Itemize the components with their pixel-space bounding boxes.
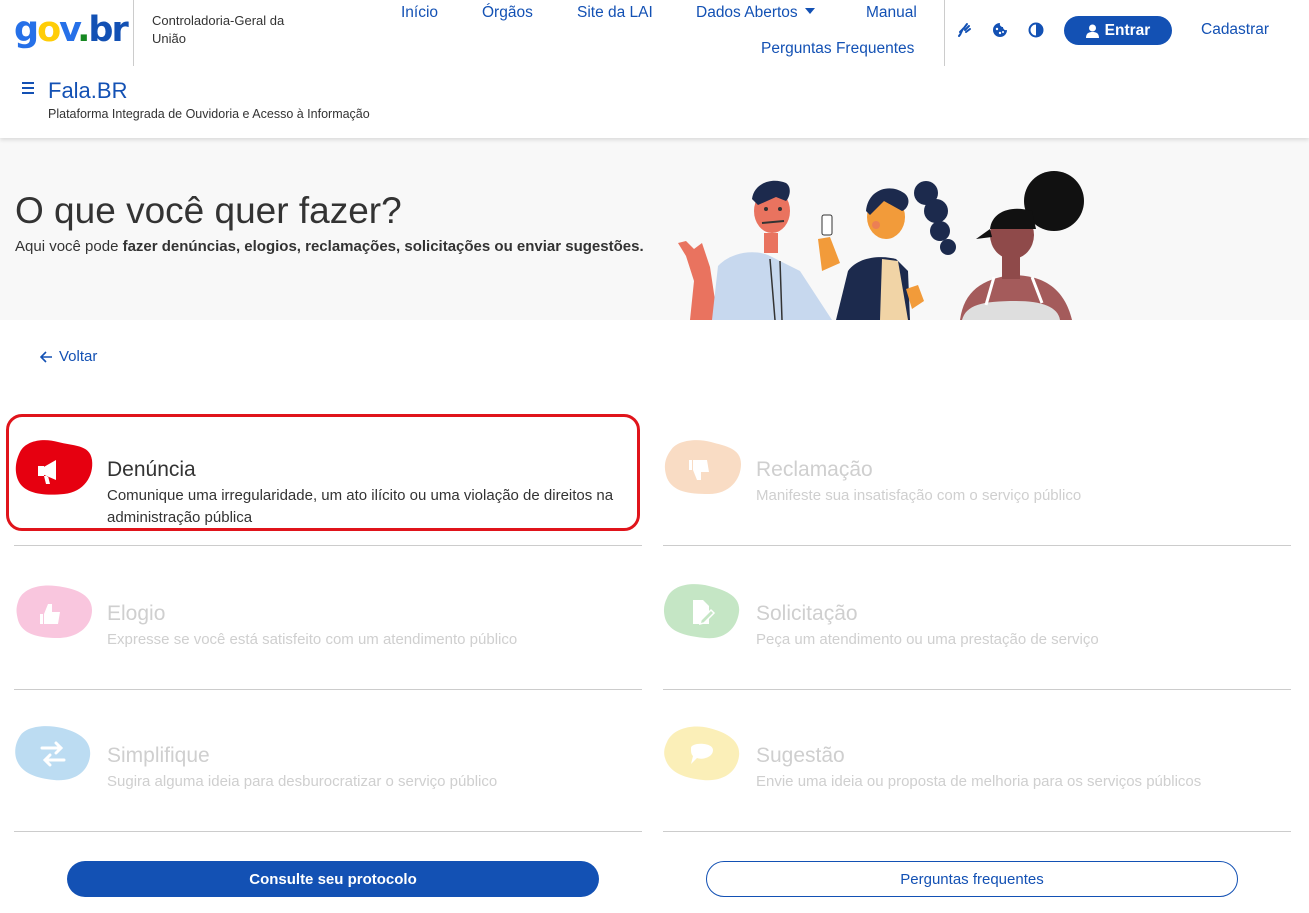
option-description: Expresse se você está satisfeito com um … bbox=[107, 631, 518, 648]
nav-link-manual[interactable]: Manual bbox=[866, 4, 917, 22]
header-divider bbox=[133, 0, 134, 66]
option-elogio[interactable]: Elogio Expresse se você está satisfeito … bbox=[14, 572, 642, 690]
login-button-label: Entrar bbox=[1104, 21, 1151, 39]
people-illustration bbox=[678, 171, 1084, 320]
header-divider bbox=[944, 0, 945, 66]
option-title: Denúncia bbox=[107, 458, 196, 481]
option-title: Reclamação bbox=[756, 458, 873, 481]
option-divider bbox=[14, 689, 642, 690]
speech-bubble-icon bbox=[664, 726, 740, 781]
nav-link-inicio[interactable]: Início bbox=[401, 4, 438, 22]
option-title: Elogio bbox=[107, 602, 166, 625]
govbr-logo[interactable]: gov.br bbox=[14, 10, 129, 50]
consult-protocol-button[interactable]: Consulte seu protocolo bbox=[67, 861, 599, 897]
option-simplifique[interactable]: Simplifique Sugira alguma ideia para des… bbox=[14, 714, 642, 832]
sign-language-icon[interactable] bbox=[954, 20, 974, 40]
option-description: Peça um atendimento ou uma prestação de … bbox=[756, 631, 1099, 648]
thumbs-down-icon bbox=[664, 440, 741, 494]
nav-link-site-lai[interactable]: Site da LAI bbox=[577, 4, 653, 22]
option-title: Sugestão bbox=[756, 744, 845, 767]
back-link[interactable]: Voltar bbox=[40, 348, 97, 365]
option-divider bbox=[14, 545, 642, 546]
option-sugestao[interactable]: Sugestão Envie uma ideia ou proposta de … bbox=[663, 714, 1291, 832]
thumbs-up-icon bbox=[16, 585, 92, 638]
nav-link-orgaos[interactable]: Órgãos bbox=[482, 4, 533, 22]
register-link[interactable]: Cadastrar bbox=[1201, 21, 1269, 39]
option-divider bbox=[663, 545, 1291, 546]
option-title: Simplifique bbox=[107, 744, 210, 767]
organization-name: Controladoria-Geral da União bbox=[152, 13, 285, 46]
megaphone-icon bbox=[15, 440, 93, 495]
option-divider bbox=[14, 831, 642, 832]
user-icon bbox=[1085, 24, 1099, 38]
option-divider bbox=[663, 831, 1291, 832]
option-description: Envie uma ideia ou proposta de melhoria … bbox=[756, 773, 1202, 790]
arrow-left-icon bbox=[40, 350, 52, 363]
site-title[interactable]: Fala.BR bbox=[48, 78, 127, 104]
site-subtitle: Plataforma Integrada de Ouvidoria e Aces… bbox=[48, 107, 370, 121]
login-button[interactable]: Entrar bbox=[1064, 16, 1172, 45]
arrows-exchange-icon bbox=[15, 726, 91, 781]
option-reclamacao[interactable]: Reclamação Manifeste sua insatisfação co… bbox=[663, 428, 1291, 546]
faq-button[interactable]: Perguntas frequentes bbox=[706, 861, 1238, 897]
site-header: gov.br Controladoria-Geral da União Iníc… bbox=[0, 0, 1309, 138]
caret-down-icon bbox=[804, 7, 815, 14]
nav-dropdown-dados-abertos[interactable]: Dados Abertos bbox=[696, 4, 815, 22]
option-divider bbox=[663, 689, 1291, 690]
option-solicitacao[interactable]: Solicitação Peça um atendimento ou uma p… bbox=[663, 572, 1291, 690]
nav-link-dados-abertos-label: Dados Abertos bbox=[696, 4, 798, 21]
page-subtitle: Aqui você pode fazer denúncias, elogios,… bbox=[15, 238, 644, 255]
option-title: Solicitação bbox=[756, 602, 858, 625]
cookie-icon[interactable] bbox=[990, 20, 1010, 40]
option-denuncia[interactable]: Denúncia Comunique uma irregularidade, u… bbox=[14, 428, 642, 546]
page-title: O que você quer fazer? bbox=[15, 190, 402, 231]
hamburger-menu-icon[interactable] bbox=[22, 81, 36, 95]
option-description: Comunique uma irregularidade, um ato ilí… bbox=[107, 487, 614, 526]
nav-link-perguntas-frequentes[interactable]: Perguntas Frequentes bbox=[761, 40, 914, 58]
contrast-icon[interactable] bbox=[1026, 20, 1046, 40]
document-edit-icon bbox=[663, 584, 740, 639]
option-description: Sugira alguma ideia para desburocratizar… bbox=[107, 773, 498, 790]
hero-banner: O que você quer fazer? Aqui você pode fa… bbox=[0, 138, 1309, 320]
option-description: Manifeste sua insatisfação com o serviço… bbox=[756, 487, 1082, 504]
back-link-label: Voltar bbox=[59, 348, 98, 365]
